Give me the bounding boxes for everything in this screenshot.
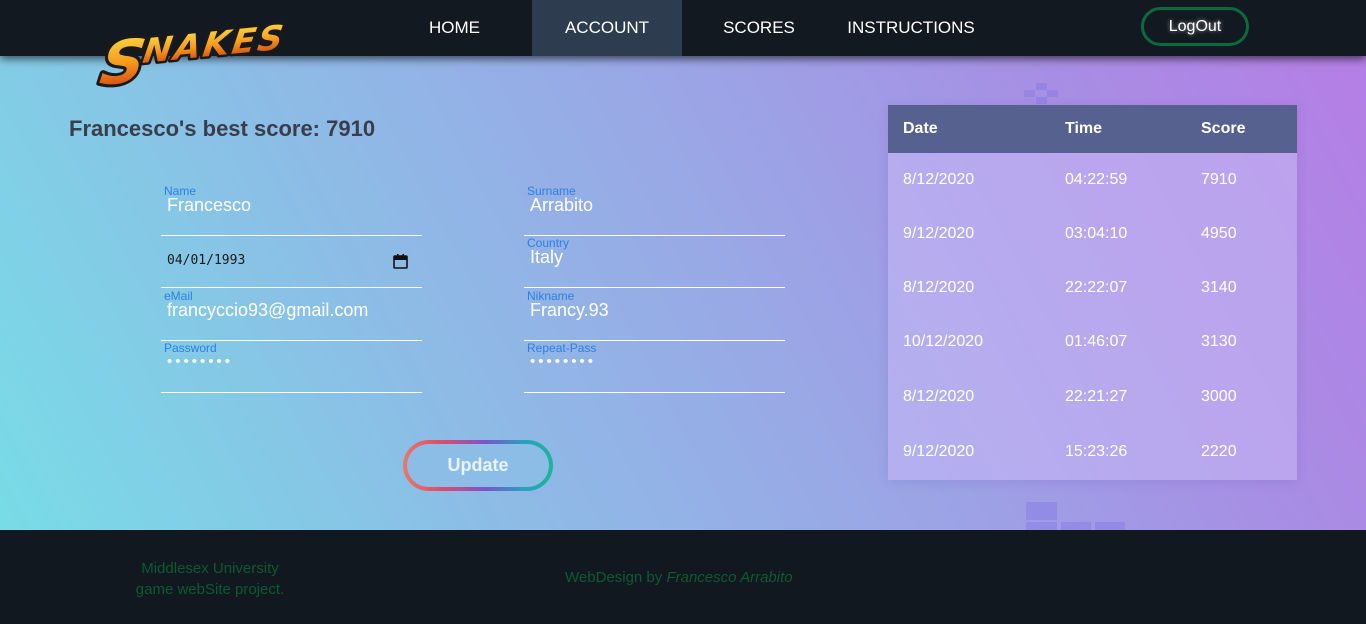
cell-date: 9/12/2020 bbox=[903, 443, 975, 460]
cell-time: 22:22:07 bbox=[1065, 279, 1128, 296]
footer-line2: game webSite project. bbox=[135, 581, 285, 598]
email-field[interactable]: eMail francyccio93@gmail.com bbox=[161, 289, 422, 341]
country-value[interactable]: Italy bbox=[530, 247, 563, 268]
svg-text:NAKES: NAKES bbox=[140, 18, 287, 72]
table-row: 10/12/2020 01:46:07 3130 bbox=[888, 315, 1297, 369]
table-row: 8/12/2020 22:22:07 3140 bbox=[888, 261, 1297, 315]
password-value[interactable]: •••••••• bbox=[167, 353, 233, 370]
decor-block bbox=[1036, 83, 1047, 90]
footer-credit: WebDesign by Francesco Arrabito bbox=[565, 569, 793, 586]
decor-block bbox=[1026, 522, 1057, 530]
cell-date: 10/12/2020 bbox=[903, 333, 984, 350]
email-value[interactable]: francyccio93@gmail.com bbox=[167, 300, 368, 321]
decor-block bbox=[1024, 90, 1035, 97]
update-button-label: Update bbox=[407, 444, 549, 487]
cell-time: 15:23:26 bbox=[1065, 443, 1128, 460]
country-field[interactable]: Country Italy bbox=[524, 236, 785, 288]
column-header-score: Score bbox=[1201, 120, 1246, 137]
surname-field[interactable]: Surname Arrabito bbox=[524, 184, 785, 236]
table-row: 8/12/2020 04:22:59 7910 bbox=[888, 153, 1297, 207]
nav-home[interactable]: HOME bbox=[404, 0, 505, 56]
birthdate-field[interactable]: 04/01/1993 bbox=[161, 236, 422, 288]
cell-score: 3000 bbox=[1201, 388, 1237, 405]
cell-time: 01:46:07 bbox=[1065, 333, 1128, 350]
footer-credit-prefix: WebDesign by bbox=[565, 569, 663, 586]
cell-date: 8/12/2020 bbox=[903, 171, 975, 188]
cell-score: 2220 bbox=[1201, 443, 1237, 460]
cell-time: 04:22:59 bbox=[1065, 171, 1128, 188]
decor-block bbox=[1047, 90, 1058, 97]
decor-block bbox=[1026, 502, 1057, 520]
repeat-pass-field[interactable]: Repeat-Pass •••••••• bbox=[524, 341, 785, 393]
account-main: Francesco's best score: 7910 Name France… bbox=[0, 56, 1366, 530]
table-row: 9/12/2020 03:04:10 4950 bbox=[888, 207, 1297, 261]
nav-instructions[interactable]: INSTRUCTIONS bbox=[836, 0, 986, 56]
cell-date: 8/12/2020 bbox=[903, 388, 975, 405]
nav-account[interactable]: ACCOUNT bbox=[532, 0, 682, 56]
cell-date: 8/12/2020 bbox=[903, 279, 975, 296]
footer-line1: Middlesex University bbox=[141, 560, 279, 577]
best-score-heading: Francesco's best score: 7910 bbox=[69, 116, 376, 141]
column-header-date: Date bbox=[903, 120, 938, 137]
cell-score: 3130 bbox=[1201, 333, 1237, 350]
decor-block bbox=[1061, 522, 1091, 530]
table-header: Date Time Score bbox=[888, 105, 1297, 153]
decor-block bbox=[1036, 97, 1047, 104]
scores-table: Date Time Score 8/12/2020 04:22:59 7910 … bbox=[888, 105, 1297, 480]
cell-date: 9/12/2020 bbox=[903, 225, 975, 242]
logout-button[interactable]: LogOut bbox=[1141, 7, 1249, 46]
update-button[interactable]: Update bbox=[403, 440, 553, 491]
name-field[interactable]: Name Francesco bbox=[161, 184, 422, 236]
nav-scores[interactable]: SCORES bbox=[709, 0, 809, 56]
footer: Middlesex University game webSite projec… bbox=[0, 530, 1366, 624]
footer-university: Middlesex University game webSite projec… bbox=[110, 558, 310, 600]
cell-score: 3140 bbox=[1201, 279, 1237, 296]
cell-score: 4950 bbox=[1201, 225, 1237, 242]
birthdate-value[interactable]: 04/01/1993 bbox=[167, 253, 245, 268]
table-row: 8/12/2020 22:21:27 3000 bbox=[888, 370, 1297, 424]
surname-value[interactable]: Arrabito bbox=[530, 195, 593, 216]
nickname-value[interactable]: Francy.93 bbox=[530, 300, 609, 321]
cell-time: 03:04:10 bbox=[1065, 225, 1128, 242]
nickname-field[interactable]: Nikname Francy.93 bbox=[524, 289, 785, 341]
name-value[interactable]: Francesco bbox=[167, 195, 251, 216]
footer-credit-name: Francesco Arrabito bbox=[666, 569, 793, 586]
cell-time: 22:21:27 bbox=[1065, 388, 1128, 405]
decor-block bbox=[1095, 522, 1125, 530]
password-field[interactable]: Password •••••••• bbox=[161, 341, 422, 393]
repeat-pass-value[interactable]: •••••••• bbox=[530, 353, 596, 370]
column-header-time: Time bbox=[1065, 120, 1103, 137]
cell-score: 7910 bbox=[1201, 171, 1237, 188]
calendar-icon[interactable] bbox=[393, 254, 408, 269]
table-row: 9/12/2020 15:23:26 2220 bbox=[888, 425, 1297, 479]
snakes-logo[interactable]: S S NAKES NAKES bbox=[92, 8, 314, 88]
